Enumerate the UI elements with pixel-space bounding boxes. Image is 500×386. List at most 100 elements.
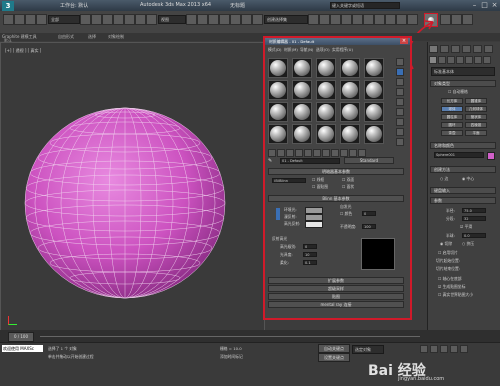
object-color-swatch[interactable] (487, 152, 495, 160)
self-illum-value[interactable]: 0 (362, 211, 376, 216)
maps-rollout[interactable]: 贴图 (268, 293, 404, 300)
play-icon[interactable] (420, 345, 428, 353)
sample-slot[interactable] (364, 124, 384, 144)
sample-slot[interactable] (340, 124, 360, 144)
next-frame-icon[interactable] (430, 345, 438, 353)
reference-coordinate-dropdown[interactable]: 视图 (158, 15, 186, 24)
select-manipulate-icon[interactable] (197, 14, 208, 25)
material-navigator-icon[interactable] (396, 138, 404, 146)
chop-radio[interactable]: ◉ 切除 (440, 241, 452, 247)
pyramid-button[interactable]: 四棱锥 (465, 122, 487, 128)
helpers-icon[interactable] (465, 56, 473, 64)
cameras-icon[interactable] (456, 56, 464, 64)
primitive-type-dropdown[interactable]: 标准基本体 (431, 67, 495, 76)
shader-type-dropdown[interactable]: (B)Blinn (272, 178, 306, 183)
undo-icon[interactable] (3, 14, 14, 25)
lights-icon[interactable] (447, 56, 455, 64)
layer-manager-icon[interactable] (330, 14, 341, 25)
glossiness-value[interactable]: 10 (303, 252, 317, 257)
two-sided-checkbox[interactable]: ☐ 双面 (342, 177, 354, 183)
material-editor-close-icon[interactable]: × (400, 38, 408, 44)
go-forward-sibling-icon[interactable] (358, 149, 366, 157)
segments-value[interactable]: 32 (462, 216, 486, 221)
sample-slot[interactable] (268, 102, 288, 122)
show-map-icon[interactable] (331, 149, 339, 157)
slice-on-checkbox[interactable]: ☐ 启用切片 (438, 250, 458, 256)
pivot-center-icon[interactable] (186, 14, 197, 25)
create-tab-icon[interactable] (429, 45, 438, 53)
select-by-material-icon[interactable] (396, 128, 404, 136)
sample-slot[interactable] (340, 80, 360, 100)
put-to-library-icon[interactable] (313, 149, 321, 157)
app-logo-icon[interactable]: 3 (2, 1, 14, 11)
sample-slot[interactable] (316, 80, 336, 100)
face-map-checkbox[interactable]: ☐ 面贴图 (312, 184, 328, 190)
supersampling-rollout[interactable]: 超级采样 (268, 285, 404, 292)
ambient-color-swatch[interactable] (305, 207, 323, 214)
sample-slot[interactable] (340, 58, 360, 78)
base-to-pivot-checkbox[interactable]: ☐ 轴心在底部 (438, 276, 462, 282)
angle-snap-icon[interactable] (230, 14, 241, 25)
zoom-icon[interactable] (440, 345, 448, 353)
shader-basic-rollout[interactable]: 明暗器基本参数 (268, 168, 404, 175)
assign-to-selection-icon[interactable] (286, 149, 294, 157)
object-type-rollout[interactable]: 对象类型 (430, 80, 496, 87)
hemisphere-value[interactable]: 0.0 (462, 233, 486, 238)
sample-slot[interactable] (292, 102, 312, 122)
blinn-basic-rollout[interactable]: Blinn 基本参数 (268, 195, 404, 202)
spec-level-value[interactable]: 0 (303, 244, 317, 249)
reset-map-icon[interactable] (295, 149, 303, 157)
utilities-tab-icon[interactable] (484, 45, 493, 53)
me-menu-utilities[interactable]: 实用程序(U) (332, 47, 353, 53)
mirror-icon[interactable] (308, 14, 319, 25)
sample-slot[interactable] (364, 58, 384, 78)
display-tab-icon[interactable] (473, 45, 482, 53)
orbit-icon[interactable] (450, 345, 458, 353)
sample-slot[interactable] (292, 124, 312, 144)
object-name-input[interactable]: Sphere001 (434, 152, 484, 158)
wire-checkbox[interactable]: ☐ 线框 (312, 177, 324, 183)
set-key-button[interactable]: 设置关键点 (318, 353, 350, 362)
graphite-toggle-icon[interactable] (341, 14, 352, 25)
sample-slot[interactable] (364, 102, 384, 122)
pan-icon[interactable] (460, 345, 468, 353)
me-menu-options[interactable]: 选项(O) (316, 47, 330, 53)
video-color-check-icon[interactable] (396, 98, 404, 106)
schematic-view-icon[interactable] (363, 14, 374, 25)
sample-slot[interactable] (292, 58, 312, 78)
time-slider-thumb[interactable]: 0 / 100 (8, 332, 34, 342)
material-editor-toolbar-icon[interactable] (374, 14, 385, 25)
edge-radio[interactable]: ○ 边 (440, 176, 448, 182)
keyboard-shortcut-icon[interactable] (208, 14, 219, 25)
background-icon[interactable] (396, 78, 404, 86)
geosphere-button[interactable]: 几何球体 (465, 106, 487, 112)
make-preview-icon[interactable] (396, 108, 404, 116)
squash-radio[interactable]: ○ 挤压 (462, 241, 474, 247)
shapes-icon[interactable] (438, 56, 446, 64)
teapot-button[interactable]: 茶壶 (441, 130, 463, 136)
systems-icon[interactable] (483, 56, 491, 64)
material-name-input[interactable]: 01 - Default (280, 158, 340, 164)
close-icon[interactable]: × (490, 1, 499, 10)
unlink-icon[interactable] (36, 14, 47, 25)
hierarchy-tab-icon[interactable] (451, 45, 460, 53)
material-type-button[interactable]: Standard (344, 157, 394, 164)
backlight-icon[interactable] (396, 68, 404, 76)
select-by-name-icon[interactable] (91, 14, 102, 25)
spinner-snap-icon[interactable] (252, 14, 263, 25)
key-filter-dropdown[interactable]: 选定对象 (352, 345, 384, 354)
maximize-icon[interactable]: □ (480, 1, 489, 10)
tab-selection[interactable]: 选择 (88, 34, 96, 40)
go-to-parent-icon[interactable] (349, 149, 357, 157)
tab-object-paint[interactable]: 对象绘制 (108, 34, 124, 40)
auto-key-button[interactable]: 自动关键点 (318, 344, 350, 353)
me-options-icon[interactable] (396, 118, 404, 126)
sample-slot[interactable] (268, 124, 288, 144)
move-icon[interactable] (124, 14, 135, 25)
name-color-rollout[interactable]: 名称和颜色 (430, 142, 496, 149)
specular-color-swatch[interactable] (305, 221, 323, 228)
real-world-map-checkbox[interactable]: ☐ 真实世界贴图大小 (438, 292, 473, 298)
viewport-label[interactable]: [+] [ 透视 ] [ 真实 ] (5, 48, 41, 54)
radius-value[interactable]: 75.0 (462, 208, 486, 213)
faceted-checkbox[interactable]: ☐ 面状 (342, 184, 354, 190)
